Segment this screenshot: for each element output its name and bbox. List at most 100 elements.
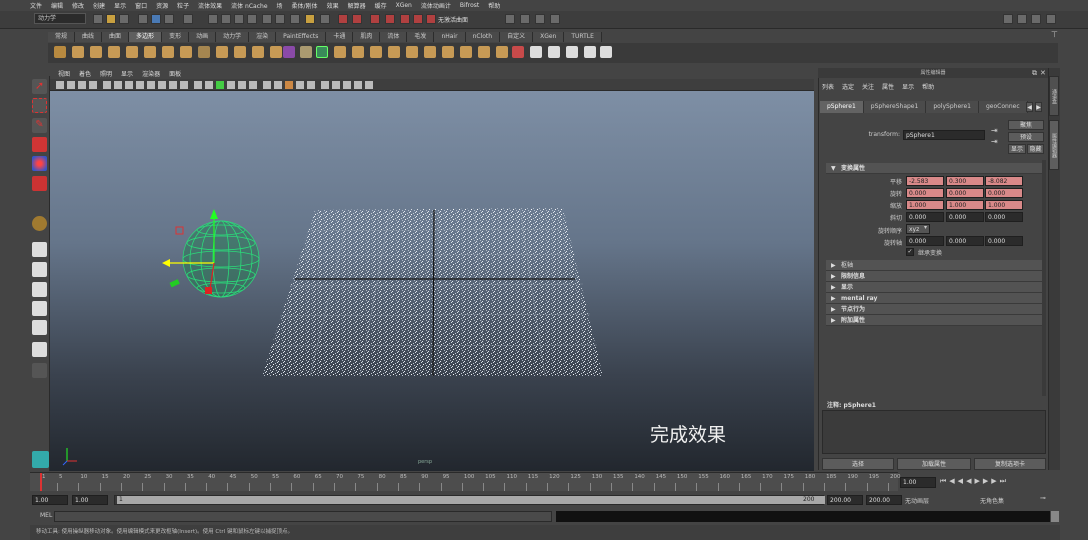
focus-arrow2-icon[interactable]: ⇥ xyxy=(991,137,998,146)
shelf-tab-surfaces[interactable]: 曲面 xyxy=(102,32,130,42)
xray-icon[interactable] xyxy=(400,14,410,24)
output-ops-icon[interactable] xyxy=(370,14,380,24)
shelf-tab-painteffects[interactable]: PaintEffects xyxy=(276,32,327,42)
append-icon[interactable] xyxy=(388,46,400,58)
poly-sphere-icon[interactable] xyxy=(54,46,66,58)
manipulator-tool-icon[interactable] xyxy=(32,216,47,231)
bevel-icon[interactable] xyxy=(442,46,454,58)
layout-outliner-icon[interactable] xyxy=(32,301,47,316)
menu-fluid-ncache[interactable]: 流体 nCache xyxy=(231,1,267,10)
layout-graph-icon[interactable] xyxy=(32,320,47,335)
input-ops-icon[interactable] xyxy=(352,14,362,24)
attr-menu-list[interactable]: 列表 xyxy=(822,82,834,91)
range-slider-handle[interactable] xyxy=(117,496,825,504)
attr-float-icon[interactable]: ⧉ xyxy=(1032,69,1037,78)
menu-soft-rigid[interactable]: 柔体/刚体 xyxy=(292,1,318,10)
attr-tab-geoconnector[interactable]: geoConnec xyxy=(978,101,1028,113)
menu-window[interactable]: 窗口 xyxy=(135,1,147,10)
shear-y-field[interactable]: 0.000 xyxy=(946,212,984,222)
bridge-icon[interactable] xyxy=(370,46,382,58)
layout2-icon[interactable] xyxy=(1017,14,1027,24)
rotate-y-field[interactable]: 0.000 xyxy=(946,188,984,198)
open-scene-icon[interactable] xyxy=(106,14,116,24)
shelf-tab-nhair[interactable]: nHair xyxy=(434,32,466,42)
focus-arrow-icon[interactable]: ⇥ xyxy=(991,126,998,135)
inherit-transform-checkbox[interactable]: ✓ xyxy=(906,248,914,256)
history-icon[interactable] xyxy=(262,14,272,24)
vp-menu-view[interactable]: 视图 xyxy=(58,69,70,78)
attr-menu-selected[interactable]: 选定 xyxy=(842,82,854,91)
shelf-tab-deformation[interactable]: 变形 xyxy=(162,32,190,42)
playback-controls[interactable]: ⏮◀◀◀▶▶▶⏭ xyxy=(940,477,1009,486)
vp-menu-renderer[interactable]: 渲染器 xyxy=(142,69,160,78)
menu-effects[interactable]: 效果 xyxy=(327,1,339,10)
merge-icon[interactable] xyxy=(460,46,472,58)
layout-hypershade-icon[interactable] xyxy=(32,342,47,357)
shear-x-field[interactable]: 0.000 xyxy=(906,212,944,222)
uv-cylindrical-icon[interactable] xyxy=(548,46,560,58)
shelf-tab-custom[interactable]: 自定义 xyxy=(500,32,534,42)
shelf-tab-polygons[interactable]: 多边形 xyxy=(129,32,163,42)
menu-xgen[interactable]: XGen xyxy=(396,2,412,9)
poly-platonic-icon[interactable] xyxy=(252,46,264,58)
time-slider[interactable]: 1 5 10 15 20 25 30 35 40 45 50 55 60 65 70 75 80 85 90 95 10… xyxy=(30,472,901,491)
rotate-tool-icon[interactable] xyxy=(32,156,47,171)
layout-persp-icon[interactable] xyxy=(32,282,47,297)
mudbox-icon[interactable] xyxy=(32,451,49,468)
section-node-behavior[interactable]: ▶ 节点行为 xyxy=(826,304,1042,315)
menu-file[interactable]: 文件 xyxy=(30,1,42,10)
rotate-axis-x-field[interactable]: 0.000 xyxy=(906,236,944,246)
show-layer-editor-icon[interactable] xyxy=(550,14,560,24)
show-button[interactable]: 显示 xyxy=(1008,144,1026,154)
show-channel-box-icon[interactable] xyxy=(505,14,515,24)
attr-tab-shape[interactable]: pSphereShape1 xyxy=(863,101,927,113)
attr-close-icon[interactable]: ✕ xyxy=(1040,69,1046,77)
poly-cylinder-icon[interactable] xyxy=(90,46,102,58)
attr-menu-show[interactable]: 显示 xyxy=(902,82,914,91)
shelf-tab-fur[interactable]: 毛发 xyxy=(407,32,435,42)
poly-pipe-icon[interactable] xyxy=(198,46,210,58)
select-component-icon[interactable] xyxy=(164,14,174,24)
channel-box-tab[interactable]: 通道盒 xyxy=(1049,76,1059,116)
transform-name-field[interactable]: pSphere1 xyxy=(903,130,985,140)
anim-layer-select[interactable]: 无动画层 xyxy=(905,496,929,505)
mel-input[interactable] xyxy=(54,511,552,522)
hypershade-icon[interactable] xyxy=(338,14,348,24)
rotate-axis-z-field[interactable]: 0.000 xyxy=(985,236,1023,246)
tab-scroll-right-icon[interactable]: ▶ xyxy=(1035,102,1042,112)
script-editor-icon[interactable] xyxy=(1051,511,1059,522)
range-slider[interactable]: 1 200 xyxy=(114,495,825,505)
scale-z-field[interactable]: 1.000 xyxy=(985,200,1023,210)
menu-cache[interactable]: 缓存 xyxy=(375,1,387,10)
vp-menu-panels[interactable]: 面板 xyxy=(169,69,181,78)
shelf-tab-animation[interactable]: 动画 xyxy=(189,32,217,42)
render-settings-icon[interactable] xyxy=(320,14,330,24)
layout-four-icon[interactable] xyxy=(32,262,47,277)
shelf-tab-turtle[interactable]: TURTLE xyxy=(564,32,602,42)
shelf-tab-dynamics[interactable]: 动力学 xyxy=(216,32,250,42)
separate-icon[interactable] xyxy=(283,46,295,58)
translate-y-field[interactable]: 0.300 xyxy=(946,176,984,186)
collapse-icon[interactable] xyxy=(478,46,490,58)
hide-button[interactable]: 隐藏 xyxy=(1027,144,1044,154)
attr-tab-polysphere[interactable]: polySphere1 xyxy=(926,101,979,113)
current-time-field[interactable]: 1.00 xyxy=(900,477,936,488)
snap-surface-icon[interactable] xyxy=(247,14,257,24)
menu-particles[interactable]: 粒子 xyxy=(177,1,189,10)
combine-icon[interactable] xyxy=(270,46,282,58)
layout-icon[interactable] xyxy=(1003,14,1013,24)
triangulate-icon[interactable] xyxy=(496,46,508,58)
menu-assets[interactable]: 资源 xyxy=(156,1,168,10)
uv-editor-icon[interactable] xyxy=(600,46,612,58)
scale-tool-icon[interactable] xyxy=(32,176,47,191)
live-surface-icon[interactable] xyxy=(385,14,395,24)
load-attributes-button[interactable]: 加载属性 xyxy=(897,458,971,470)
show-tool-settings-icon[interactable] xyxy=(535,14,545,24)
shelf-tab-curves[interactable]: 曲线 xyxy=(75,32,103,42)
section-extra-attrs[interactable]: ▶ 附加属性 xyxy=(826,315,1042,326)
attr-menu-focus[interactable]: 关注 xyxy=(862,82,874,91)
snap-curve-icon[interactable] xyxy=(208,14,218,24)
poly-helix-icon[interactable] xyxy=(216,46,228,58)
rotate-x-field[interactable]: 0.000 xyxy=(906,188,944,198)
menu-fluid-anim[interactable]: 流体动画计 xyxy=(421,1,451,10)
